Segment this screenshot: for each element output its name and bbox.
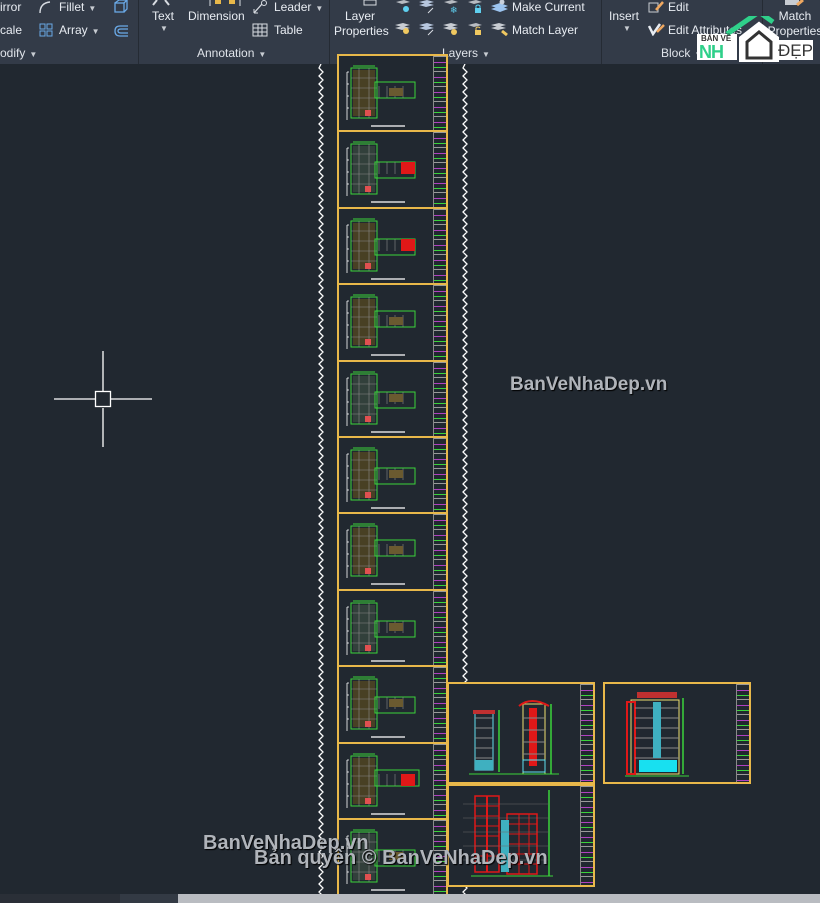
title-block <box>433 743 446 818</box>
layout-tab[interactable] <box>120 894 178 903</box>
layer-properties-icon <box>363 0 377 6</box>
title-block <box>433 285 446 360</box>
table-button[interactable]: Table <box>274 23 303 37</box>
floor-plan-sheet[interactable] <box>337 512 448 591</box>
logo-text-dep: ĐẸP <box>778 41 813 60</box>
floor-plan-drawing <box>346 753 420 815</box>
block-edit-button[interactable]: Edit <box>668 0 689 14</box>
layer-unlock-icon[interactable] <box>466 22 484 36</box>
floor-plan-sheet[interactable] <box>337 436 448 515</box>
elevation-drawing-front-side <box>469 700 559 775</box>
layer-unisolate-icon[interactable] <box>418 22 436 36</box>
floor-plan-sheet[interactable] <box>337 665 448 744</box>
floor-plan-drawing <box>346 676 416 738</box>
modify-panel-title[interactable]: odify ▼ <box>0 46 37 60</box>
elevation-sheet-rear[interactable] <box>603 682 751 784</box>
title-block <box>433 56 446 131</box>
layer-thaw-icon[interactable] <box>442 22 460 36</box>
banvenhadep-logo: BẢN VẼ NH ĐẸP <box>697 16 813 62</box>
floor-plan-sheet[interactable] <box>337 588 448 668</box>
floor-plan-sheet[interactable] <box>337 130 448 209</box>
floor-plan-sheet[interactable] <box>337 359 448 438</box>
model-tab-area[interactable] <box>0 894 120 903</box>
make-current-button[interactable]: Make Current <box>512 0 585 14</box>
dimension-icon <box>209 0 241 6</box>
text-icon <box>151 0 175 6</box>
edit-attributes-icon <box>648 22 666 36</box>
floor-plan-drawing <box>346 371 416 433</box>
title-block <box>433 361 446 436</box>
floor-plan-sheet[interactable] <box>337 206 448 286</box>
floor-plan-drawing <box>346 141 416 203</box>
3d-box-icon[interactable] <box>113 0 129 14</box>
floor-plan-drawing <box>346 218 416 280</box>
floor-plan-sheet[interactable] <box>337 283 448 362</box>
make-current-icon <box>490 0 510 14</box>
chevron-down-icon[interactable]: ▼ <box>623 24 631 33</box>
layer-on-icon[interactable] <box>394 22 412 36</box>
floor-plan-drawing <box>346 600 416 662</box>
logo-text-nh: NH <box>699 42 724 62</box>
fillet-icon <box>38 0 52 14</box>
modify-panel: irror Fillet ▼ cale Array ▼ odify ▼ <box>0 0 139 64</box>
chevron-down-icon: ▼ <box>482 50 490 59</box>
layer-freeze-icon[interactable]: ❄ <box>442 0 460 14</box>
title-block <box>580 786 593 885</box>
floor-plan-drawing <box>346 523 416 585</box>
layer-lock-icon[interactable] <box>466 0 484 14</box>
layer-properties-button[interactable]: Layer Properties <box>334 9 389 39</box>
floor-plan-drawing <box>346 447 416 509</box>
chevron-down-icon: ▼ <box>29 50 38 59</box>
elevation-sheet-front-side[interactable] <box>447 682 595 784</box>
array-icon <box>39 23 53 37</box>
offset-icon[interactable] <box>113 24 129 38</box>
title-block <box>433 438 446 513</box>
fillet-button[interactable]: Fillet ▼ <box>59 0 96 14</box>
chevron-down-icon[interactable]: ▼ <box>160 24 168 33</box>
elevation-drawing-rear <box>625 692 689 777</box>
scale-button[interactable]: cale <box>0 23 22 37</box>
match-layer-button[interactable]: Match Layer <box>512 23 578 37</box>
floor-plan-sheet[interactable] <box>337 741 448 820</box>
floor-plan-drawing <box>346 294 416 356</box>
dimension-button[interactable]: Dimension <box>188 9 245 23</box>
watermark-center: BanVeNhaDep.vn <box>510 374 668 395</box>
chevron-down-icon: ▼ <box>88 4 97 13</box>
break-line-left <box>318 64 324 894</box>
svg-text:❄: ❄ <box>450 5 458 14</box>
status-bar <box>0 894 820 903</box>
chevron-down-icon: ▼ <box>258 50 267 59</box>
section-drawing <box>463 790 553 877</box>
floor-plan-drawing <box>346 65 416 127</box>
watermark-copyright: Bản quyền © BanVeNhaDep.vn <box>254 847 548 869</box>
title-block <box>736 684 749 782</box>
leader-icon <box>252 0 268 14</box>
title-block <box>433 667 446 742</box>
table-icon <box>252 23 268 37</box>
chevron-down-icon: ▼ <box>315 4 324 13</box>
text-button[interactable]: Text <box>152 9 174 23</box>
title-block <box>433 590 446 666</box>
block-edit-icon <box>648 0 666 14</box>
array-button[interactable]: Array ▼ <box>59 23 100 37</box>
title-block <box>433 514 446 589</box>
annotation-panel-title[interactable]: Annotation ▼ <box>197 46 266 60</box>
title-block <box>433 208 446 284</box>
title-block <box>433 132 446 207</box>
insert-button[interactable]: Insert <box>609 9 639 23</box>
mirror-button[interactable]: irror <box>0 0 21 14</box>
layers-panel-title[interactable]: Layers ▼ <box>442 46 490 60</box>
match-properties-icon <box>783 0 807 8</box>
title-block <box>580 684 593 782</box>
layer-off-icon[interactable] <box>394 0 412 14</box>
layer-isolate-icon[interactable] <box>418 0 436 14</box>
floor-plan-sheet[interactable] <box>337 54 448 133</box>
annotation-panel: Text ▼ Dimension Leader ▼ Table Annotatio… <box>139 0 330 64</box>
crosshair-cursor-icon <box>54 351 152 447</box>
leader-button[interactable]: Leader ▼ <box>274 0 323 14</box>
chevron-down-icon: ▼ <box>91 27 100 36</box>
match-layer-icon <box>490 22 510 36</box>
section-sheet[interactable] <box>447 784 595 887</box>
drawing-canvas[interactable]: BanVeNhaDep.vn BanVeNhaDep.vn Bản quyền … <box>0 54 820 897</box>
